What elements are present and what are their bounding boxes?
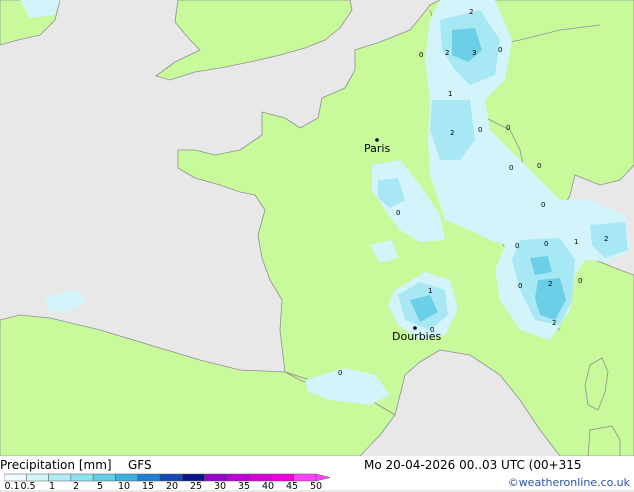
legend-tick-label: 20 bbox=[165, 481, 179, 492]
legend-tick-label: 1 bbox=[48, 481, 56, 492]
legend-tick-label: 5 bbox=[96, 481, 104, 492]
legend-swatch bbox=[137, 473, 161, 482]
svg-text:0: 0 bbox=[515, 242, 519, 250]
city-label-paris: Paris bbox=[364, 142, 391, 155]
svg-text:0: 0 bbox=[419, 51, 423, 59]
model-name: GFS bbox=[128, 458, 152, 472]
svg-text:0: 0 bbox=[537, 162, 541, 170]
legend-tick-label: 45 bbox=[285, 481, 299, 492]
svg-text:2: 2 bbox=[450, 129, 454, 137]
legend-swatch bbox=[293, 473, 317, 482]
svg-text:2: 2 bbox=[469, 8, 473, 16]
credit-link[interactable]: ©weatheronline.co.uk bbox=[508, 476, 630, 489]
legend-tick-label: 35 bbox=[237, 481, 251, 492]
legend-tick-label: 0.5 bbox=[20, 481, 36, 492]
weather-map-view: 2 2 3 0 0 1 2 0 0 0 0 0 0 0 1 2 0 0 2 2 … bbox=[0, 0, 634, 492]
legend-tick-label: 0.1 bbox=[4, 481, 20, 492]
svg-text:0: 0 bbox=[396, 209, 400, 217]
legend-swatch bbox=[248, 473, 272, 482]
legend-tick-label: 15 bbox=[141, 481, 155, 492]
legend-swatch bbox=[182, 473, 205, 482]
svg-text:0: 0 bbox=[578, 277, 582, 285]
legend-tick-label: 40 bbox=[261, 481, 275, 492]
legend-overflow-arrow bbox=[315, 473, 331, 482]
legend-swatch bbox=[204, 473, 228, 482]
svg-text:0: 0 bbox=[509, 164, 513, 172]
svg-text:0: 0 bbox=[506, 124, 510, 132]
legend-tick-label: 2 bbox=[72, 481, 80, 492]
svg-text:2: 2 bbox=[604, 235, 608, 243]
svg-text:3: 3 bbox=[472, 49, 476, 57]
precipitation-map: 2 2 3 0 0 1 2 0 0 0 0 0 0 0 1 2 0 0 2 2 … bbox=[0, 0, 634, 456]
product-title: Precipitation [mm] bbox=[0, 458, 112, 472]
legend-swatch bbox=[92, 473, 116, 482]
svg-text:0: 0 bbox=[338, 369, 342, 377]
legend-swatch bbox=[26, 473, 49, 482]
svg-text:1: 1 bbox=[448, 90, 452, 98]
legend-swatch bbox=[4, 473, 27, 482]
valid-datetime: Mo 20-04-2026 00..03 UTC (00+315 bbox=[364, 458, 582, 472]
svg-text:2: 2 bbox=[552, 319, 556, 327]
legend-tick-label: 10 bbox=[117, 481, 131, 492]
legend-swatch bbox=[159, 473, 183, 482]
legend-swatch bbox=[226, 473, 250, 482]
legend-swatch bbox=[115, 473, 138, 482]
legend-tick-label: 30 bbox=[213, 481, 227, 492]
legend-tick-label: 50 bbox=[309, 481, 323, 492]
svg-text:0: 0 bbox=[478, 126, 482, 134]
legend-swatch bbox=[48, 473, 72, 482]
svg-text:2: 2 bbox=[445, 49, 449, 57]
svg-text:2: 2 bbox=[548, 280, 552, 288]
svg-text:0: 0 bbox=[544, 240, 548, 248]
svg-text:0: 0 bbox=[518, 282, 522, 290]
legend-swatch bbox=[271, 473, 294, 482]
svg-text:0: 0 bbox=[541, 201, 545, 209]
svg-text:1: 1 bbox=[428, 287, 432, 295]
legend-tick-label: 25 bbox=[189, 481, 203, 492]
city-label-dourbies: Dourbies bbox=[392, 330, 442, 343]
legend-swatch bbox=[70, 473, 94, 482]
svg-text:1: 1 bbox=[574, 238, 578, 246]
svg-text:0: 0 bbox=[498, 46, 502, 54]
